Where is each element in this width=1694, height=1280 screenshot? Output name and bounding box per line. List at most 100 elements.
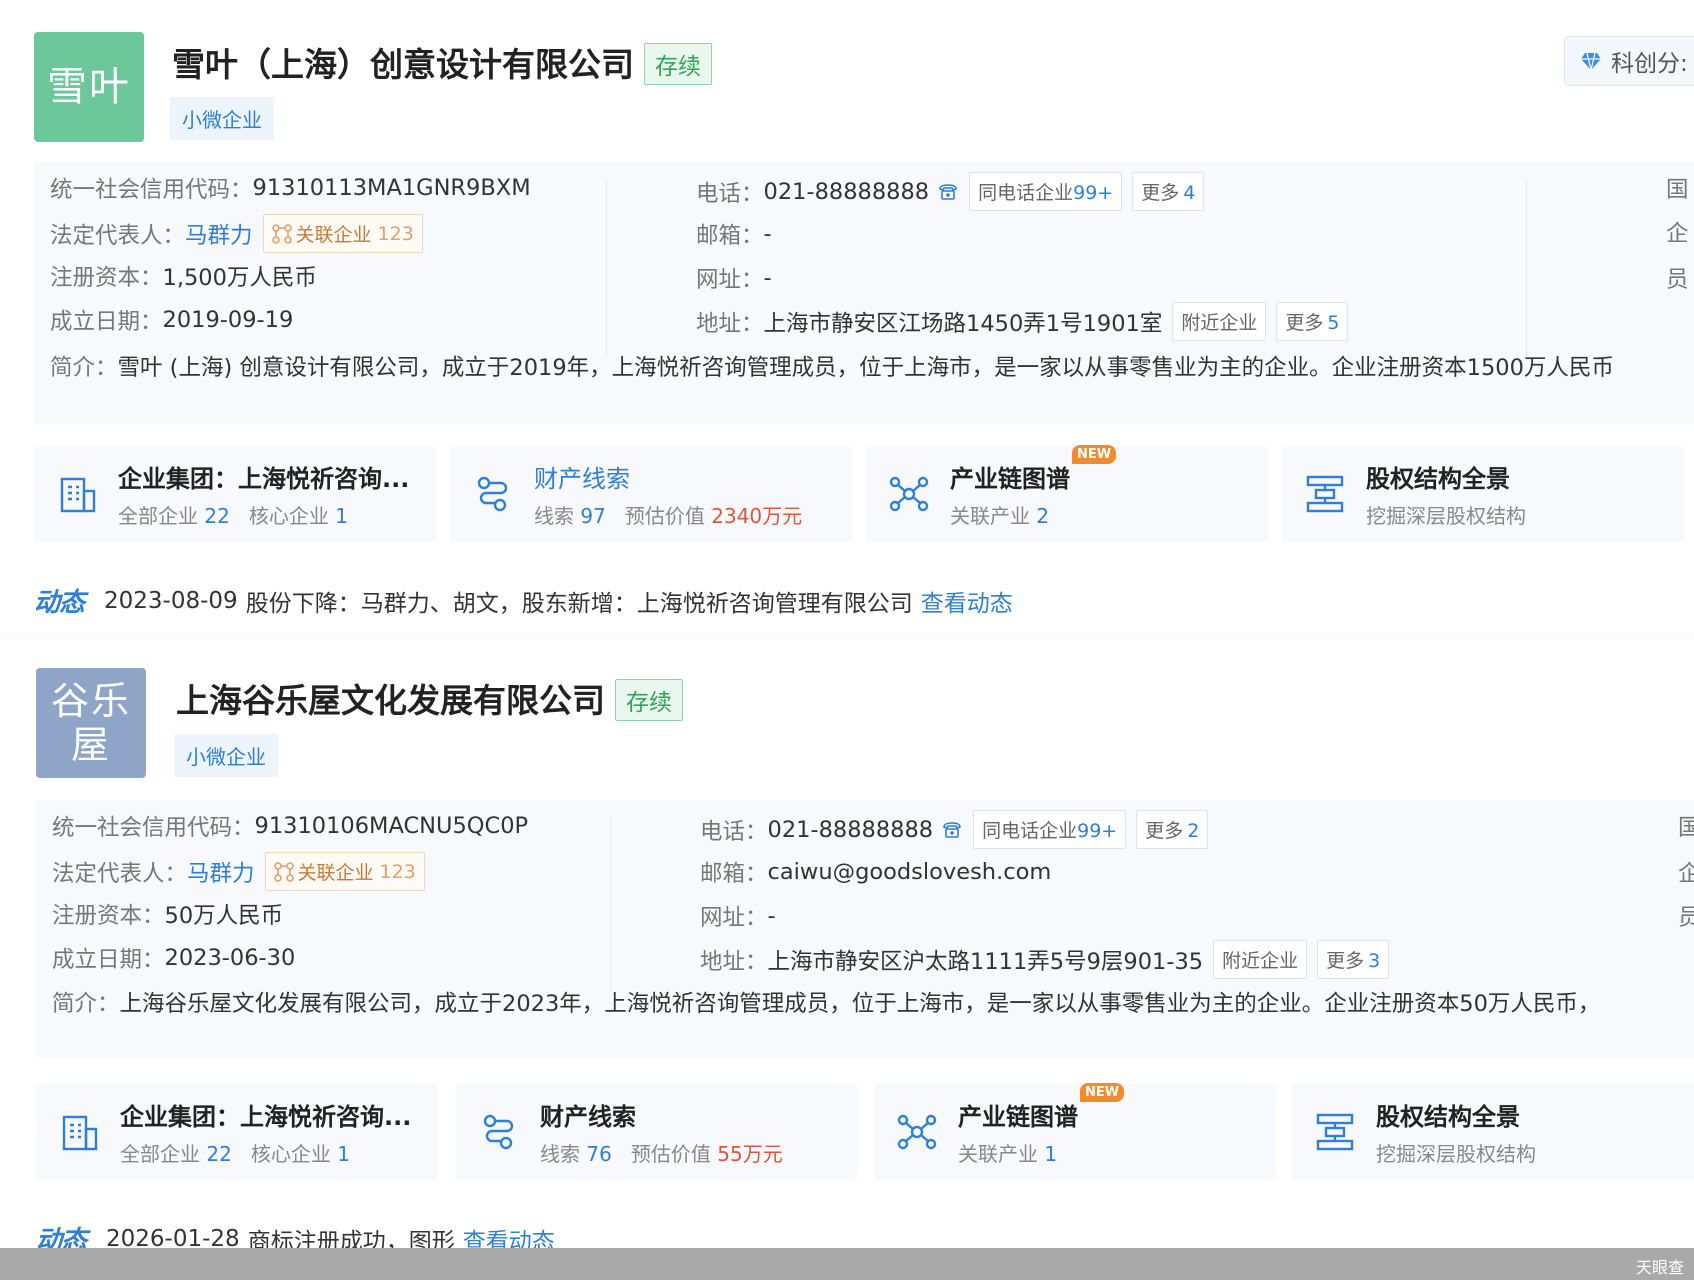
credit-code-value[interactable]: 91310113MA1GNR9BXM [253, 175, 531, 201]
asset-clues-label: 线索 [540, 1142, 580, 1166]
watermark-text: 天眼查 [1635, 1258, 1684, 1277]
score-button[interactable]: 科创分: [1564, 36, 1694, 86]
score-label: 科创分: [1611, 51, 1688, 77]
company-title: 雪叶（上海）创意设计有限公司 存续 [172, 38, 712, 88]
legal-rep-link[interactable]: 马群力 [185, 218, 253, 250]
capital-value: 50万人民币 [164, 903, 284, 929]
building-icon [60, 477, 96, 513]
nearby-companies-button[interactable]: 附近企业 [1213, 940, 1308, 979]
related-companies-button[interactable]: 关联企业 123 [262, 214, 423, 253]
asset-value-label: 预估价值 [630, 1142, 711, 1166]
relation-icon [271, 223, 292, 244]
more-label: 更多 [1285, 312, 1324, 334]
group-core-label: 核心企业 [248, 504, 329, 528]
equity-subtitle: 挖掘深层股权结构 [1366, 504, 1526, 528]
dynamic-text: 股份下降：马群力、胡文，股东新增：上海悦祈咨询管理有限公司 [245, 590, 913, 617]
related-companies-button[interactable]: 关联企业 123 [264, 852, 425, 891]
asset-clues-card[interactable]: 财产线索 线索 97 预估价值 2340万元 [450, 446, 852, 542]
clipped-label: 员 [1678, 905, 1694, 931]
industry-chain-card[interactable]: 产业链图谱 NEW 关联产业 1 [874, 1083, 1276, 1180]
chain-title: 产业链图谱 [950, 465, 1070, 493]
group-title: 企业集团：上海悦祈咨询... [118, 465, 410, 493]
legal-rep-link[interactable]: 马群力 [187, 856, 255, 888]
divider [610, 818, 611, 990]
equity-subtitle: 挖掘深层股权结构 [1376, 1142, 1536, 1166]
related-count: 123 [379, 860, 416, 883]
phone-value[interactable]: 021-88888888 [768, 817, 934, 843]
nearby-companies-button[interactable]: 附近企业 [1172, 302, 1267, 341]
phone-icon[interactable] [937, 181, 959, 203]
phone-label: 电话： [700, 818, 768, 845]
chain-label: 关联产业 [958, 1142, 1038, 1166]
relation-icon [273, 861, 294, 882]
more-label: 更多 [1145, 820, 1184, 842]
credit-code-value[interactable]: 91310106MACNU5QC0P [255, 813, 529, 839]
credit-code-row: 统一社会信用代码： 91310106MACNU5QC0P [52, 810, 528, 842]
founded-label: 成立日期： [50, 309, 163, 335]
website-row: 网址： - [696, 262, 772, 294]
founded-row: 成立日期： 2019-09-19 [50, 304, 293, 336]
same-phone-button[interactable]: 同电话企业99+ [969, 172, 1123, 211]
company-logo[interactable]: 谷乐屋 [36, 668, 146, 778]
clipped-label: 企 [1678, 861, 1694, 887]
status-badge: 存续 [615, 678, 683, 721]
company-name[interactable]: 雪叶（上海）创意设计有限公司 [172, 45, 634, 84]
phone-icon[interactable] [941, 819, 963, 841]
chain-title: 产业链图谱 [958, 1103, 1078, 1131]
building-icon [62, 1115, 98, 1151]
related-label: 关联企业 [297, 862, 374, 884]
equity-card[interactable]: 股权结构全景 挖掘深层股权结构 [1292, 1084, 1694, 1180]
email-label: 邮箱： [696, 223, 764, 249]
group-card[interactable]: 企业集团：上海悦祈咨询... 全部企业 22 核心企业 1 [34, 446, 436, 542]
group-title: 企业集团：上海悦祈咨询... [120, 1103, 412, 1131]
company-logo[interactable]: 雪叶 [34, 32, 144, 142]
email-row: 邮箱： - [696, 218, 772, 250]
phone-row: 电话： 021-88888888 同电话企业99+ 更多 2 [700, 810, 1209, 849]
industry-chain-card[interactable]: 产业链图谱 NEW 关联产业 2 [866, 445, 1268, 542]
asset-title: 财产线索 [534, 465, 630, 493]
clipped-label: 国 [1678, 815, 1694, 841]
address-value[interactable]: 上海市静安区江场路1450弄1号1901室 [764, 306, 1163, 338]
company-type-tag[interactable]: 小微企业 [174, 734, 278, 777]
view-dynamic-link[interactable]: 查看动态 [921, 584, 1013, 618]
intro-label: 简介： [50, 355, 118, 381]
legal-rep-label: 法定代表人： [52, 860, 188, 887]
equity-card[interactable]: 股权结构全景 挖掘深层股权结构 [1282, 446, 1684, 542]
equity-structure-icon [1316, 1113, 1354, 1151]
divider [606, 180, 607, 356]
same-phone-count: 99+ [1077, 820, 1118, 842]
asset-clues-count: 76 [586, 1142, 612, 1166]
phone-more-button[interactable]: 更多 4 [1132, 172, 1205, 211]
chain-label: 关联产业 [950, 504, 1030, 528]
founded-value: 2023-06-30 [164, 945, 296, 971]
company-type-tag[interactable]: 小微企业 [170, 97, 274, 140]
address-more-button[interactable]: 更多 3 [1317, 940, 1390, 979]
address-more-button[interactable]: 更多 5 [1276, 302, 1349, 341]
website-row: 网址： - [700, 900, 776, 932]
same-phone-button[interactable]: 同电话企业99+ [973, 810, 1127, 849]
email-label: 邮箱： [700, 861, 768, 887]
same-phone-count: 99+ [1073, 182, 1114, 204]
company-name[interactable]: 上海谷乐屋文化发展有限公司 [176, 681, 605, 720]
address-value[interactable]: 上海市静安区沪太路1111弄5号9层901-35 [768, 944, 1204, 976]
asset-value-label: 预估价值 [624, 504, 705, 528]
more-label: 更多 [1326, 950, 1365, 972]
email-value[interactable]: caiwu@goodslovesh.com [768, 859, 1052, 885]
company-card: 雪叶 雪叶（上海）创意设计有限公司 存续 小微企业 科创分: 统一社会信用代码： 9… [0, 0, 1694, 640]
card-separator [0, 632, 1694, 640]
clipped-label: 员 [1666, 267, 1689, 293]
founded-row: 成立日期： 2023-06-30 [52, 942, 295, 974]
asset-clues-card[interactable]: 财产线索 线索 76 预估价值 55万元 [456, 1084, 858, 1180]
more-count: 5 [1327, 312, 1340, 334]
clipped-label: 国 [1666, 177, 1689, 203]
phone-row: 电话： 021-88888888 同电话企业99+ 更多 4 [696, 172, 1205, 211]
divider [1526, 180, 1527, 356]
feature-row: 企业集团：上海悦祈咨询... 全部企业 22 核心企业 1 财产线索 线索 97… [34, 445, 1694, 542]
group-card[interactable]: 企业集团：上海悦祈咨询... 全部企业 22 核心企业 1 [36, 1084, 438, 1180]
group-core-count: 1 [337, 1142, 350, 1166]
founded-label: 成立日期： [52, 947, 165, 973]
phone-more-button[interactable]: 更多 2 [1136, 810, 1209, 849]
intro-row: 简介： 雪叶 (上海) 创意设计有限公司，成立于2019年，上海悦祈咨询管理成员，… [50, 350, 1614, 382]
dynamic-row: 动态 2023-08-09 股份下降：马群力、胡文，股东新增：上海悦祈咨询管理有… [34, 582, 1013, 619]
phone-value[interactable]: 021-88888888 [764, 179, 930, 205]
